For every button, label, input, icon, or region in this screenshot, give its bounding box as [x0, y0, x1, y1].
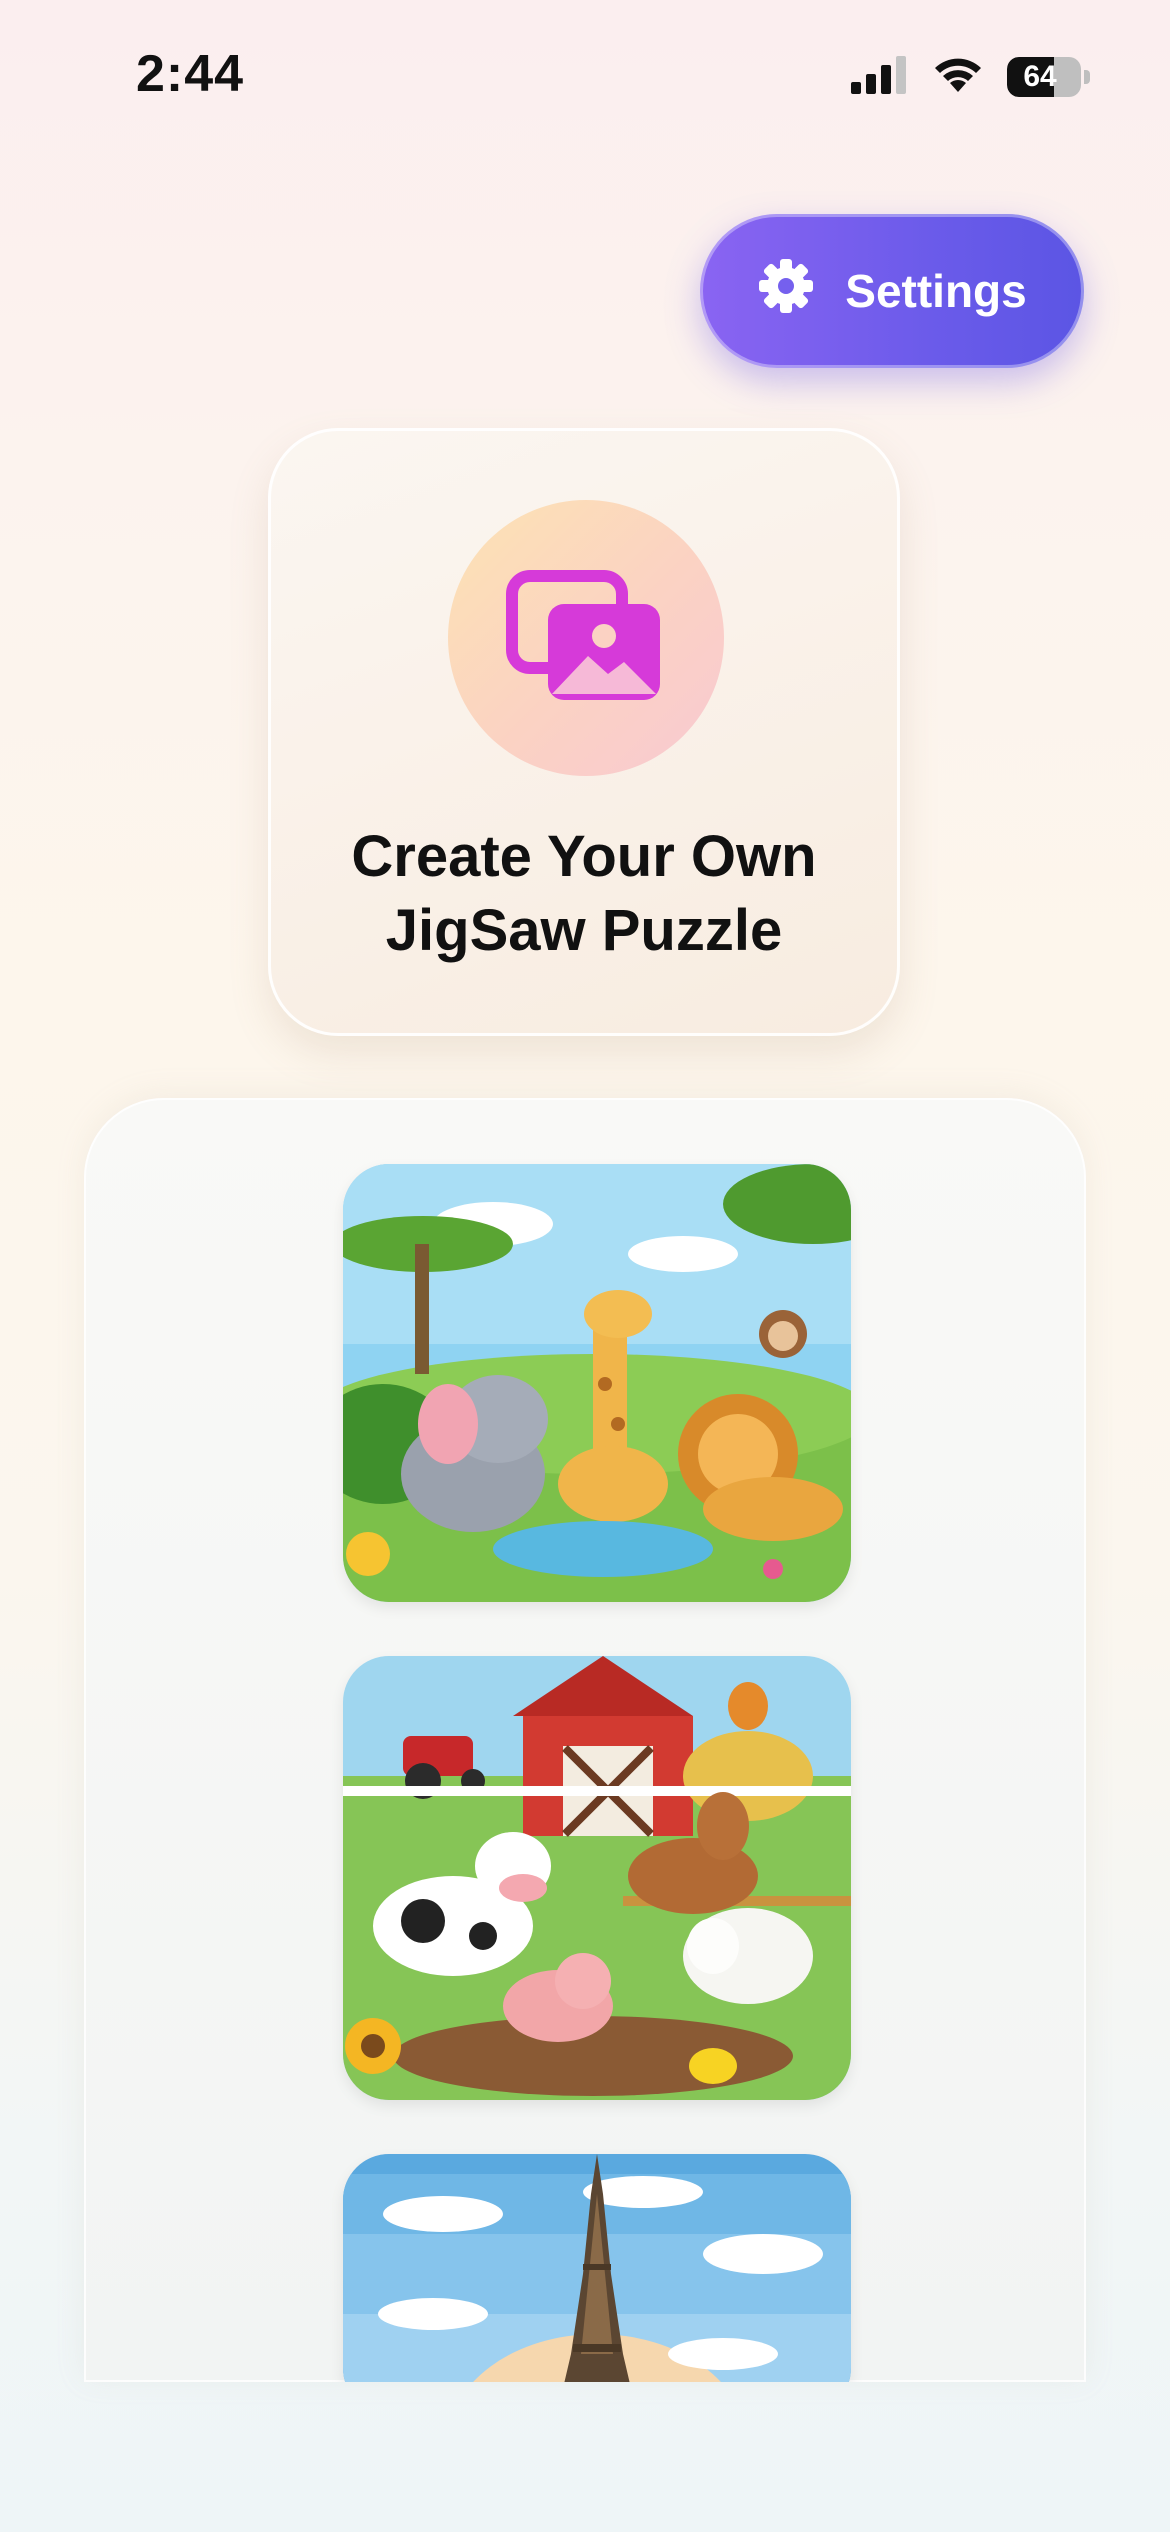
- wifi-icon: [931, 54, 985, 99]
- puzzle-thumbnail-paris[interactable]: [343, 2154, 851, 2382]
- eiffel-tower-image: [343, 2154, 851, 2382]
- create-title-line1: Create Your Own: [351, 824, 817, 889]
- gear-icon: [757, 257, 815, 326]
- cellular-signal-icon: [851, 54, 909, 99]
- settings-button[interactable]: Settings: [700, 214, 1084, 368]
- puzzle-thumbnail-farm[interactable]: [343, 1656, 851, 2100]
- status-icons: 64: [851, 54, 1090, 99]
- battery-level: 64: [1023, 59, 1057, 93]
- safari-animals-image: [343, 1164, 851, 1602]
- settings-label: Settings: [845, 265, 1027, 317]
- farm-animals-image: [343, 1656, 851, 2100]
- photos-icon: [506, 566, 666, 711]
- create-icon-circle: [448, 500, 724, 776]
- create-puzzle-card[interactable]: Create Your Own JigSaw Puzzle: [268, 428, 900, 1036]
- create-title-line2: JigSaw Puzzle: [385, 898, 783, 963]
- battery-icon: 64: [1007, 56, 1090, 97]
- puzzle-thumbnail-safari[interactable]: [343, 1164, 851, 1602]
- create-card-title: Create Your Own JigSaw Puzzle: [268, 820, 900, 968]
- status-time: 2:44: [136, 45, 245, 103]
- puzzle-list-panel[interactable]: [84, 1098, 1086, 2382]
